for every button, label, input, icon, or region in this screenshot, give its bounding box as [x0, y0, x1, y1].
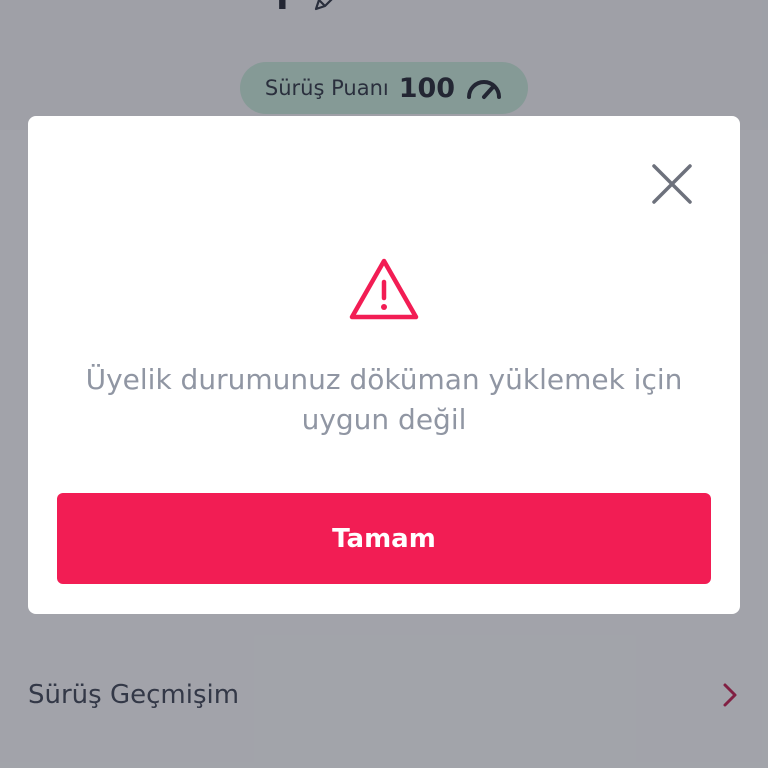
alert-dialog: Üyelik durumunuz döküman yüklemek için u… [28, 116, 740, 614]
warning-icon [348, 256, 420, 322]
ok-button[interactable]: Tamam [57, 493, 711, 584]
screen: Y Sürüş Puanı 100 Sürüş Geçmişim [0, 0, 768, 768]
close-icon [652, 164, 692, 204]
close-button[interactable] [648, 160, 696, 208]
alert-message: Üyelik durumunuz döküman yüklemek için u… [85, 363, 683, 436]
